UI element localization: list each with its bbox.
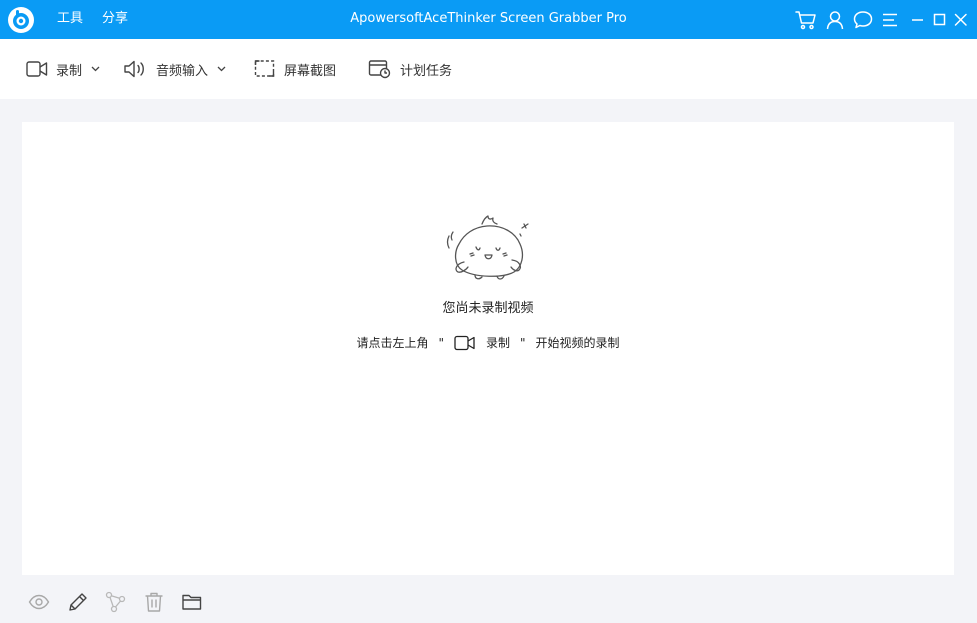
chevron-down-icon	[91, 66, 100, 72]
speaker-icon	[124, 60, 144, 78]
cart-icon[interactable]	[795, 10, 816, 30]
trash-icon[interactable]	[143, 591, 165, 613]
chat-icon[interactable]	[853, 10, 873, 30]
audio-input-button[interactable]: 音频输入	[124, 57, 226, 81]
hint-prefix: 请点击左上角	[356, 336, 429, 350]
empty-mascot-icon	[446, 215, 529, 280]
minimize-icon[interactable]	[908, 10, 928, 30]
pencil-icon[interactable]	[67, 591, 89, 613]
hint-record-label: 录制	[485, 336, 510, 350]
video-camera-icon	[454, 335, 475, 351]
empty-state-hint: 请点击左上角 " 录制 " 开始视频的录制	[22, 334, 954, 352]
recordings-panel: 您尚未录制视频 请点击左上角 " 录制 " 开始视频的录制	[22, 122, 954, 575]
screenshot-icon	[254, 60, 275, 77]
menu-icon[interactable]	[880, 10, 900, 30]
main-toolbar: 录制 音频输入 屏幕截图 计划任务	[0, 39, 977, 99]
schedule-clock-icon	[368, 60, 391, 79]
empty-state-title: 您尚未录制视频	[442, 301, 534, 316]
title-bar: 工具 分享 ApowersoftAceThinker Screen Grabbe…	[0, 0, 977, 39]
hint-quote-close: "	[520, 336, 526, 350]
record-button[interactable]: 录制	[26, 57, 100, 81]
folder-icon[interactable]	[181, 591, 203, 613]
user-icon[interactable]	[825, 10, 845, 30]
bottom-action-bar	[0, 575, 977, 623]
chevron-down-icon	[217, 66, 226, 72]
screenshot-button[interactable]: 屏幕截图	[254, 57, 336, 81]
audio-input-label: 音频输入	[156, 63, 209, 79]
hint-quote-open: "	[438, 336, 444, 350]
record-label: 录制	[56, 63, 83, 79]
close-icon[interactable]	[951, 10, 971, 30]
hint-suffix: 开始视频的录制	[535, 336, 620, 350]
menu-tools[interactable]: 工具	[57, 10, 83, 28]
video-camera-icon	[26, 61, 48, 77]
schedule-task-label: 计划任务	[400, 63, 453, 79]
eye-icon[interactable]	[28, 591, 50, 613]
app-logo-icon	[7, 6, 35, 34]
maximize-icon[interactable]	[930, 10, 950, 30]
menu-share[interactable]: 分享	[102, 10, 128, 28]
schedule-task-button[interactable]: 计划任务	[368, 57, 452, 81]
share-nodes-icon[interactable]	[105, 591, 127, 613]
screenshot-label: 屏幕截图	[284, 63, 337, 79]
